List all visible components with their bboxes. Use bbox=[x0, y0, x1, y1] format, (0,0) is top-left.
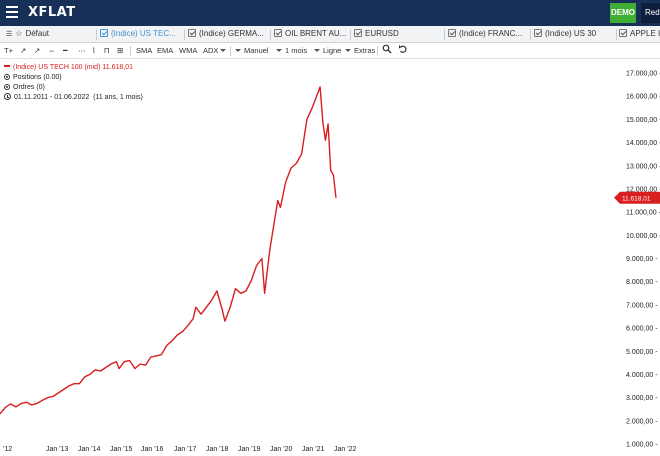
checkbox-icon bbox=[448, 29, 456, 37]
x-tick-label: Jan '14 bbox=[78, 446, 100, 453]
y-tick-label: 5.000,00 - bbox=[626, 349, 658, 356]
y-tick-label: 15.000,00 - bbox=[626, 117, 660, 124]
text-tool-icon[interactable]: T+ bbox=[4, 43, 13, 58]
y-tick-label: 11.000,00 - bbox=[626, 210, 660, 217]
indicator-adx-button[interactable]: ADX bbox=[203, 43, 218, 58]
trend-line-tool-icon[interactable]: ↗ bbox=[20, 43, 26, 58]
tab-france[interactable]: (Indice) FRANC... bbox=[448, 26, 528, 42]
tab-germany[interactable]: (Indice) GERMA... bbox=[188, 26, 268, 42]
grid-tool-icon[interactable]: ⊞ bbox=[117, 43, 123, 58]
magnifier-icon[interactable] bbox=[382, 43, 392, 58]
star-icon: ☆ bbox=[15, 29, 23, 38]
period-tool-icon[interactable]: Π bbox=[104, 43, 109, 58]
chart-toolbar: T+ ↗ ↗ ⇔ ━ ⋯ ⌇ Π ⊞ SMA EMA WMA ADX Manue… bbox=[0, 43, 660, 59]
x-tick-label: Jan '15 bbox=[110, 446, 132, 453]
fibonacci-tool-icon[interactable]: ⌇ bbox=[92, 43, 96, 58]
channel-tool-icon[interactable]: ⇔ bbox=[48, 43, 56, 58]
chevron-down-icon bbox=[345, 49, 351, 52]
hamburger-menu-icon[interactable] bbox=[6, 6, 18, 18]
chevron-down-icon bbox=[235, 49, 241, 52]
ray-tool-icon[interactable]: ↗ bbox=[34, 43, 40, 58]
tab-apple[interactable]: APPLE IN bbox=[619, 26, 660, 42]
x-tick-label: Jan '17 bbox=[174, 446, 196, 453]
y-tick-label: 6.000,00 - bbox=[626, 326, 658, 333]
top-bar: XFLAT DEMO Red bbox=[0, 0, 660, 26]
extras-select[interactable]: Extras bbox=[345, 43, 375, 58]
x-tick-label: Jan '16 bbox=[141, 446, 163, 453]
indicator-ema-button[interactable]: EMA bbox=[157, 43, 173, 58]
price-chart[interactable]: 1.000,00 - 2.000,00 - 3.000,00 - 4.000,00 -… bbox=[0, 60, 660, 456]
checkbox-icon bbox=[274, 29, 282, 37]
y-tick-label: 4.000,00 - bbox=[626, 372, 658, 379]
chevron-down-icon bbox=[314, 49, 320, 52]
y-tick-label: 3.000,00 - bbox=[626, 395, 658, 402]
x-tick-label: Jan '19 bbox=[238, 446, 260, 453]
x-tick-label: Jan '22 bbox=[334, 446, 356, 453]
y-tick-label: 16.000,00 - bbox=[626, 94, 660, 101]
dotted-line-tool-icon[interactable]: ⋯ bbox=[78, 43, 86, 58]
x-tick-label: '12 bbox=[3, 446, 12, 453]
indicator-wma-button[interactable]: WMA bbox=[179, 43, 197, 58]
indicator-sma-button[interactable]: SMA bbox=[136, 43, 152, 58]
indicators-dropdown[interactable] bbox=[220, 43, 229, 58]
x-tick-label: Jan '21 bbox=[302, 446, 324, 453]
checkbox-icon bbox=[619, 29, 627, 37]
chevron-down-icon bbox=[276, 49, 282, 52]
brand-logo: XFLAT bbox=[28, 5, 76, 20]
horizontal-line-tool-icon[interactable]: ━ bbox=[63, 43, 68, 58]
tab-us-tech[interactable]: (Indice) US TEC... bbox=[100, 26, 182, 42]
tab-oil-brent[interactable]: OIL BRENT AU... bbox=[274, 26, 348, 42]
mode-select[interactable]: Manuel bbox=[235, 43, 269, 58]
y-tick-label: 13.000,00 - bbox=[626, 163, 660, 170]
workspace-tab-bar: ☰ ☆ Défaut (Indice) US TEC... (Indice) GER… bbox=[0, 26, 660, 43]
x-tick-label: Jan '18 bbox=[206, 446, 228, 453]
y-tick-label: 1.000,00 - bbox=[626, 442, 658, 449]
period-select[interactable]: 1 mois bbox=[276, 43, 307, 58]
checkbox-icon bbox=[534, 29, 542, 37]
tab-us-30[interactable]: (Indice) US 30 bbox=[534, 26, 614, 42]
tab-eurusd[interactable]: EURUSD bbox=[354, 26, 442, 42]
y-tick-label: 7.000,00 - bbox=[626, 302, 658, 309]
current-price-label: 11.618,01 bbox=[622, 195, 651, 202]
checkbox-icon bbox=[354, 29, 362, 37]
y-tick-label: 8.000,00 - bbox=[626, 279, 658, 286]
y-tick-label: 9.000,00 - bbox=[626, 256, 658, 263]
undo-icon[interactable] bbox=[398, 43, 408, 58]
checkbox-icon bbox=[100, 29, 108, 37]
x-tick-label: Jan '20 bbox=[270, 446, 292, 453]
checkbox-icon bbox=[188, 29, 196, 37]
price-series-line[interactable] bbox=[0, 86, 337, 415]
demo-account-badge[interactable]: DEMO bbox=[610, 3, 636, 23]
tab-menu-icon[interactable]: ☰ bbox=[6, 31, 12, 38]
y-tick-label: 10.000,00 - bbox=[626, 233, 660, 240]
y-tick-label: 14.000,00 - bbox=[626, 140, 660, 147]
y-tick-label: 2.000,00 - bbox=[626, 418, 658, 425]
x-tick-label: Jan '13 bbox=[46, 446, 68, 453]
y-tick-label: 17.000,00 - bbox=[626, 71, 660, 78]
chevron-down-icon bbox=[220, 49, 226, 52]
tab-default[interactable]: ☰ ☆ Défaut bbox=[6, 26, 94, 42]
user-account-button[interactable]: Red bbox=[641, 3, 660, 23]
chart-type-select[interactable]: Ligne bbox=[314, 43, 341, 58]
